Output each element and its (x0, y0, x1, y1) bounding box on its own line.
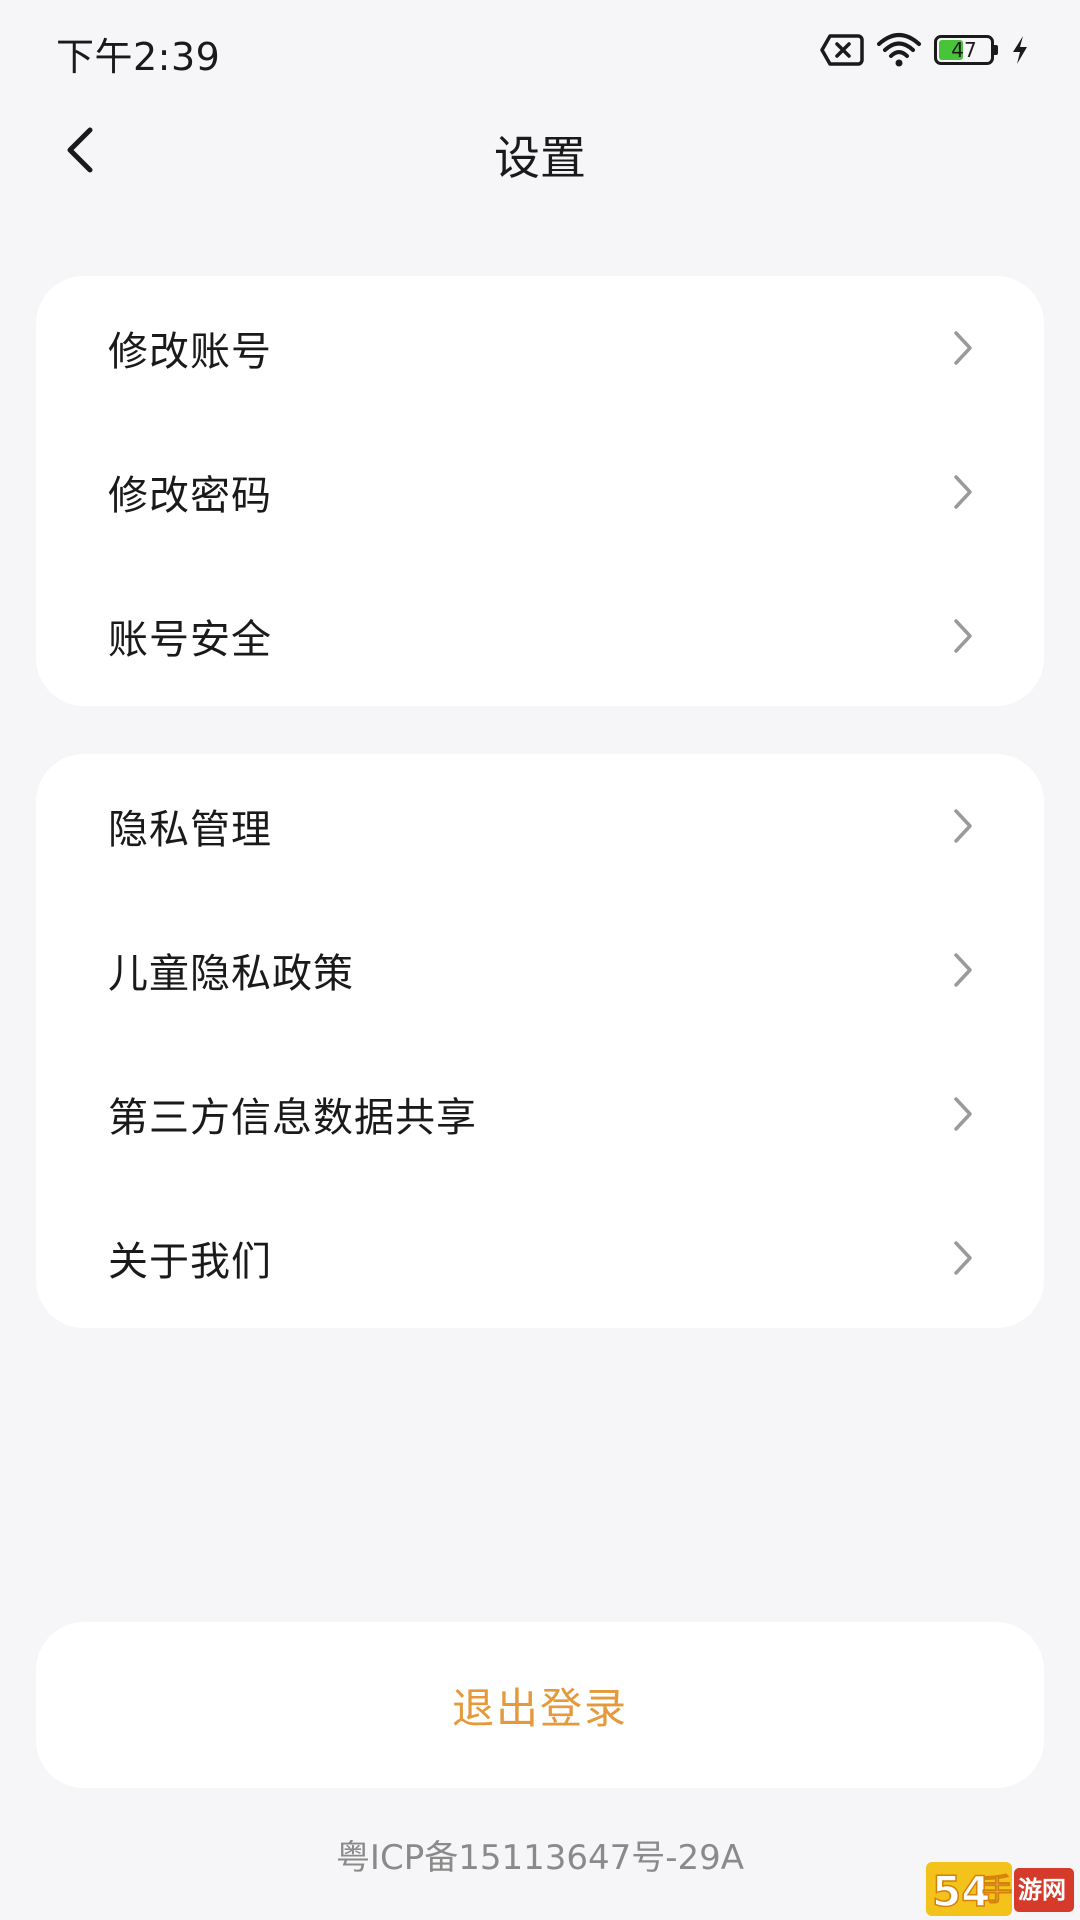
icp-license-text: 粤ICP备15113647号-29A (335, 1838, 745, 1878)
status-time: 下午2:39 (56, 35, 221, 79)
menu-item-label: 账号安全 (108, 617, 272, 663)
menu-item-label: 修改密码 (108, 473, 272, 519)
menu-item-privacy-management[interactable]: 隐私管理 (36, 754, 1044, 898)
chevron-right-icon (948, 1094, 978, 1134)
menu-item-children-privacy-policy[interactable]: 儿童隐私政策 (36, 898, 1044, 1042)
menu-item-change-account[interactable]: 修改账号 (36, 276, 1044, 420)
logout-button[interactable]: 退出登录 (36, 1622, 1044, 1788)
menu-item-label: 第三方信息数据共享 (108, 1095, 477, 1141)
page-title: 设置 (494, 131, 586, 185)
no-sim-icon (820, 33, 864, 67)
account-settings-group: 修改账号 修改密码 账号安全 (36, 276, 1044, 706)
svg-text:手: 手 (982, 1873, 1012, 1908)
chevron-right-icon (948, 472, 978, 512)
menu-item-label: 隐私管理 (108, 807, 272, 853)
battery-icon: 47 (934, 35, 998, 65)
menu-item-label: 关于我们 (108, 1239, 272, 1285)
menu-item-account-security[interactable]: 账号安全 (36, 564, 1044, 708)
settings-screen: 下午2:39 47 设置 修改账号 修改密码 账号安全 隐私管理 儿童隐私政策 … (0, 0, 1080, 1920)
status-icons: 47 (820, 30, 1030, 70)
privacy-settings-group: 隐私管理 儿童隐私政策 第三方信息数据共享 关于我们 (36, 754, 1044, 1328)
menu-item-about-us[interactable]: 关于我们 (36, 1186, 1044, 1330)
menu-item-change-password[interactable]: 修改密码 (36, 420, 1044, 564)
charging-icon (1010, 34, 1030, 66)
menu-item-third-party-data-sharing[interactable]: 第三方信息数据共享 (36, 1042, 1044, 1186)
status-bar: 下午2:39 47 (0, 0, 1080, 100)
chevron-right-icon (948, 1238, 978, 1278)
logout-label: 退出登录 (451, 1683, 628, 1733)
chevron-right-icon (948, 328, 978, 368)
chevron-right-icon (948, 950, 978, 990)
svg-text:游网: 游网 (1018, 1876, 1066, 1904)
battery-level: 47 (951, 38, 977, 62)
menu-item-label: 儿童隐私政策 (108, 951, 354, 997)
nav-bar: 设置 (0, 100, 1080, 200)
chevron-right-icon (948, 616, 978, 656)
site-watermark-logo: 54 手 游网 (926, 1860, 1076, 1918)
menu-item-label: 修改账号 (108, 329, 272, 375)
chevron-right-icon (948, 806, 978, 846)
wifi-icon (876, 32, 922, 68)
